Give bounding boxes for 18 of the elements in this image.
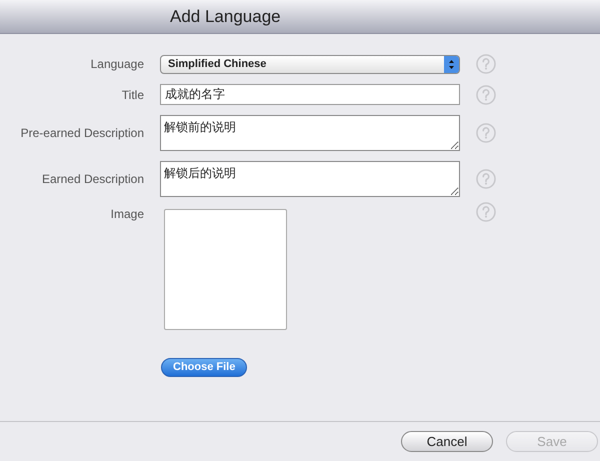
image-well[interactable] [164, 209, 287, 330]
field-label: Language [90, 56, 145, 73]
field-label: Title [120, 86, 145, 104]
help-icon[interactable] [476, 54, 496, 74]
field-label: Pre-earned Description [20, 125, 145, 142]
help-icon[interactable] [476, 123, 496, 143]
dialog-button[interactable]: Cancel [401, 431, 493, 452]
help-icon[interactable] [476, 169, 496, 189]
window-title: Add Language [170, 6, 281, 28]
description-field[interactable]: 解锁前的说明 [160, 115, 460, 151]
help-icon[interactable] [476, 84, 496, 104]
field-label: Image [110, 206, 145, 223]
help-icon[interactable] [476, 202, 496, 222]
language-dropdown[interactable]: Simplified Chinese [160, 54, 460, 74]
stepper-icon [444, 56, 459, 72]
title-field[interactable]: 成就的名字 [160, 84, 460, 105]
description-field[interactable]: 解锁后的说明 [160, 161, 460, 197]
field-label: Earned Description [40, 171, 145, 188]
